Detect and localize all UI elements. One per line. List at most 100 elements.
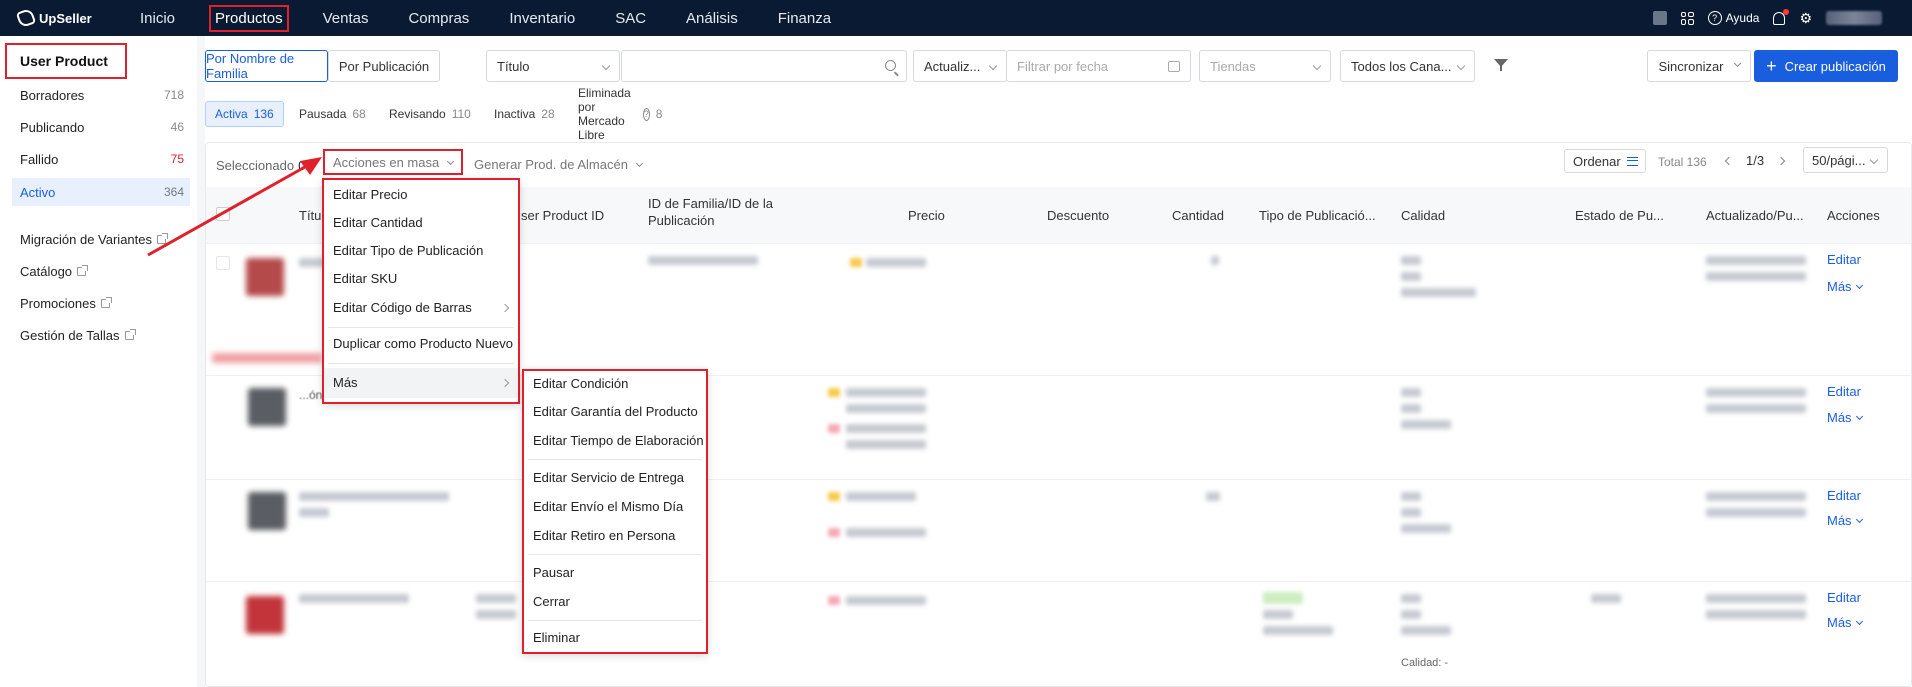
tab-pausada[interactable]: Pausada 68 — [290, 101, 375, 127]
stores-select[interactable]: Tiendas — [1199, 50, 1331, 82]
tab-eliminada[interactable]: Eliminada por Mercado Libre ? 8 — [569, 86, 671, 142]
menu-edit-price[interactable]: Editar Precio — [324, 183, 518, 207]
title-field-select[interactable]: Título — [486, 50, 620, 82]
search-input[interactable] — [621, 50, 907, 82]
price-value — [846, 440, 926, 449]
upseller-logo-icon — [15, 7, 37, 29]
menu-edit-sku[interactable]: Editar SKU — [324, 267, 518, 291]
bell-icon[interactable] — [1773, 8, 1790, 25]
row-checkbox[interactable] — [216, 256, 230, 270]
sidebar-item-activo[interactable]: Activo 364 — [12, 178, 190, 206]
more-dropdown[interactable]: Más — [1827, 279, 1863, 294]
price-value — [846, 388, 926, 397]
quality-label: Calidad: - — [1401, 657, 1449, 669]
sidebar-link-catalogo[interactable]: Catálogo — [20, 264, 89, 279]
nav-compras[interactable]: Compras — [404, 7, 473, 30]
menu-delete[interactable]: Eliminar — [524, 626, 706, 650]
chevron-down-icon — [1855, 515, 1863, 524]
tab-activa[interactable]: Activa 136 — [205, 101, 284, 127]
nav-inventario[interactable]: Inventario — [505, 7, 579, 30]
sort-icon — [1626, 156, 1638, 166]
more-dropdown[interactable]: Más — [1827, 410, 1863, 425]
tab-count: 136 — [253, 107, 274, 121]
more-dropdown[interactable]: Más — [1827, 513, 1863, 528]
page-indicator: 1/3 — [1746, 153, 1765, 168]
help-icon: ? — [1707, 11, 1722, 25]
product-title — [299, 492, 449, 501]
menu-divider — [528, 620, 702, 621]
channels-select[interactable]: Todos los Cana... — [1340, 50, 1475, 82]
nav-sac[interactable]: SAC — [611, 7, 650, 30]
sidebar-item-publicando[interactable]: Publicando 46 — [12, 113, 190, 141]
col-quality: Calidad — [1401, 208, 1446, 223]
generate-warehouse-dropdown[interactable]: Generar Prod. de Almacén — [474, 157, 643, 172]
sidebar-link-gestion-tallas[interactable]: Gestión de Tallas — [20, 328, 136, 343]
tab-revisando[interactable]: Revisando 110 — [380, 101, 480, 127]
nav-productos[interactable]: Productos — [209, 4, 289, 32]
edit-link[interactable]: Editar — [1827, 590, 1861, 605]
col-publication-type: Tipo de Publicació... — [1259, 208, 1376, 223]
status-value — [1591, 594, 1621, 603]
seg-by-publication-button[interactable]: Por Publicación — [328, 50, 440, 82]
menu-close[interactable]: Cerrar — [524, 590, 706, 614]
help-link[interactable]: ? Ayuda — [1707, 11, 1759, 25]
date-filter-input[interactable]: Filtrar por fecha — [1006, 50, 1191, 82]
menu-edit-delivery-service[interactable]: Editar Servicio de Entrega — [524, 466, 706, 490]
menu-duplicate-new-product[interactable]: Duplicar como Producto Nuevo — [324, 332, 518, 356]
sidebar-item-fallido[interactable]: Fallido 75 — [12, 145, 190, 173]
more-dropdown[interactable]: Más — [1827, 615, 1863, 630]
menu-edit-condition[interactable]: Editar Condición — [524, 372, 706, 396]
store-switch-icon[interactable] — [1652, 11, 1667, 25]
nav-ventas[interactable]: Ventas — [319, 7, 373, 30]
menu-edit-barcode[interactable]: Editar Código de Barras — [324, 296, 518, 320]
sync-button[interactable]: Sincronizar — [1647, 50, 1751, 82]
updated-value — [1706, 404, 1806, 413]
edit-link[interactable]: Editar — [1827, 488, 1861, 503]
create-publication-button[interactable]: + Crear publicación — [1754, 50, 1898, 82]
sync-label: Sincronizar — [1658, 58, 1724, 74]
tab-inactiva[interactable]: Inactiva 28 — [485, 101, 564, 127]
sidebar-link-label: Gestión de Tallas — [20, 328, 120, 343]
menu-edit-publication-type[interactable]: Editar Tipo de Publicación — [324, 239, 518, 263]
sidebar-link-migracion[interactable]: Migración de Variantes — [20, 232, 168, 247]
menu-edit-pickup[interactable]: Editar Retiro en Persona — [524, 524, 706, 548]
search-icon[interactable] — [885, 60, 896, 71]
seg-by-family-button[interactable]: Por Nombre de Familia — [205, 50, 328, 82]
menu-edit-manufacturing-time[interactable]: Editar Tiempo de Elaboración — [524, 429, 706, 453]
sidebar-item-count: 75 — [170, 152, 184, 166]
sidebar-link-promociones[interactable]: Promociones — [20, 296, 112, 311]
menu-edit-same-day-shipping[interactable]: Editar Envío el Mismo Día — [524, 495, 706, 519]
per-page-select[interactable]: 50/pági... — [1803, 147, 1888, 173]
edit-link[interactable]: Editar — [1827, 384, 1861, 399]
menu-more[interactable]: Más — [324, 368, 518, 398]
col-actions: Acciones — [1827, 208, 1880, 223]
filter-icon[interactable] — [1494, 59, 1508, 71]
sidebar-item-borradores[interactable]: Borradores 718 — [12, 81, 190, 109]
per-page-value: 50/pági... — [1812, 153, 1866, 168]
apps-grid-icon[interactable] — [1680, 11, 1694, 25]
nav-inicio[interactable]: Inicio — [136, 7, 179, 30]
prev-page-icon[interactable] — [1724, 156, 1734, 165]
help-icon[interactable]: ? — [642, 107, 650, 121]
sort-button[interactable]: Ordenar — [1564, 149, 1646, 173]
channels-select-value: Todos los Cana... — [1351, 58, 1452, 74]
bulk-actions-dropdown[interactable]: Acciones en masa — [323, 149, 463, 175]
updated-value — [1706, 594, 1806, 603]
chevron-down-icon — [1855, 617, 1863, 626]
quality-value — [1401, 288, 1476, 297]
nav-analisis[interactable]: Análisis — [682, 7, 742, 30]
updated-select[interactable]: Actualiz... — [913, 50, 1007, 82]
next-page-icon[interactable] — [1776, 156, 1786, 165]
nav-finanza[interactable]: Finanza — [774, 7, 835, 30]
menu-pause[interactable]: Pausar — [524, 561, 706, 585]
table-row: Editar Más — [206, 479, 1911, 581]
menu-edit-warranty[interactable]: Editar Garantía del Producto — [524, 400, 706, 424]
edit-link[interactable]: Editar — [1827, 252, 1861, 267]
price-badge — [828, 424, 840, 433]
avatar[interactable] — [1826, 11, 1882, 25]
gear-icon[interactable]: ⚙ — [1799, 10, 1812, 27]
menu-edit-quantity[interactable]: Editar Cantidad — [324, 211, 518, 235]
sidebar-item-label: Publicando — [20, 119, 85, 135]
brand-logo[interactable]: UpSeller — [15, 7, 136, 29]
select-all-checkbox[interactable] — [216, 207, 230, 221]
